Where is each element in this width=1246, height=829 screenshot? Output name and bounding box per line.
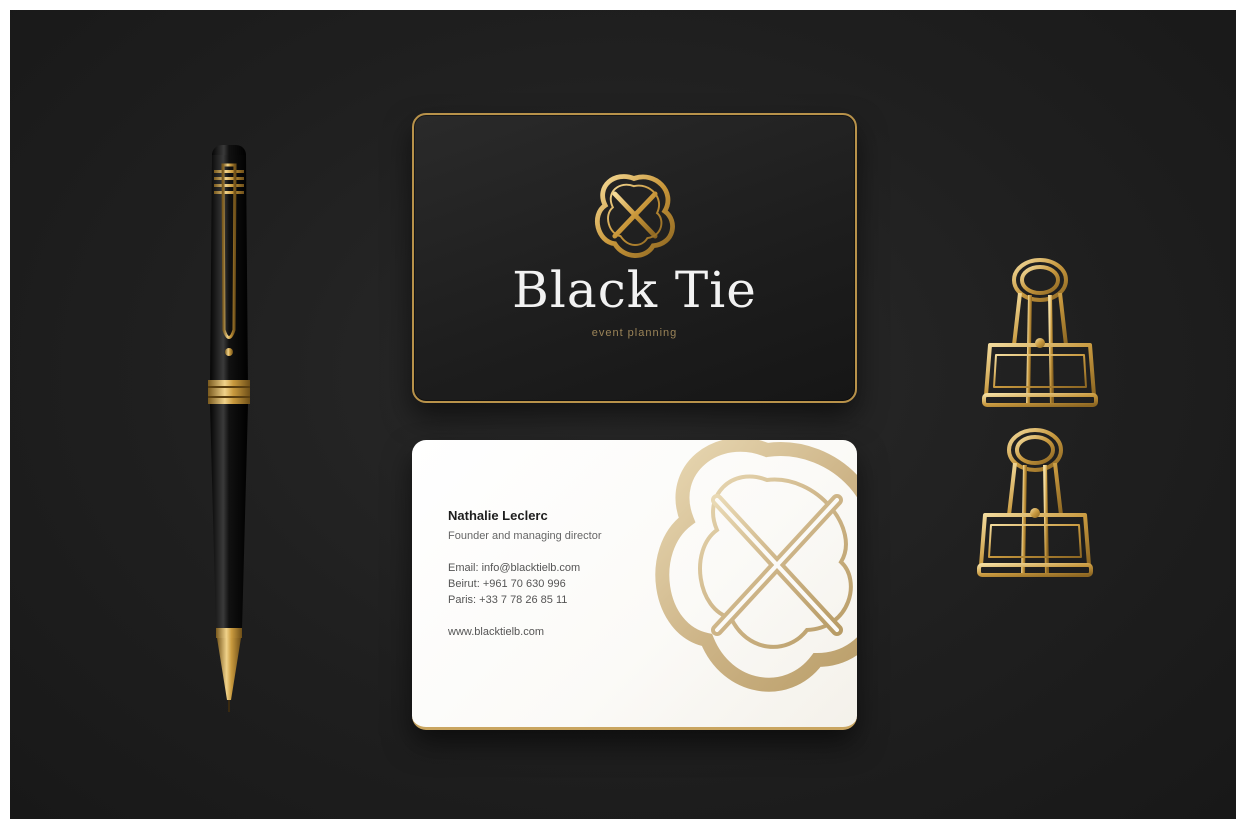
contact-phone-paris: Paris: +33 7 78 26 85 11: [448, 594, 568, 606]
contact-email: Email: info@blacktielb.com: [448, 562, 581, 574]
contact-details: Nathalie Leclerc Founder and managing di…: [448, 508, 601, 638]
contact-name: Nathalie Leclerc: [448, 508, 548, 523]
binder-clip-icon: [977, 428, 1093, 577]
binder-clip-icon: [982, 258, 1098, 407]
desk-surface: Black Tie event planning Nathalie Lecler…: [10, 10, 1236, 819]
brand-name: Black Tie: [512, 261, 757, 319]
black-tie-logo-watermark-icon: [655, 440, 857, 692]
pen-icon: [208, 145, 250, 712]
business-card-back: Nathalie Leclerc Founder and managing di…: [412, 440, 857, 730]
contact-website: www.blacktielb.com: [448, 626, 544, 638]
brand-tagline: event planning: [591, 327, 678, 339]
contact-phone-beirut: Beirut: +961 70 630 996: [448, 578, 566, 590]
contact-role: Founder and managing director: [448, 530, 602, 542]
business-card-front: Black Tie event planning: [412, 113, 857, 403]
black-tie-logo-icon: [594, 174, 675, 258]
